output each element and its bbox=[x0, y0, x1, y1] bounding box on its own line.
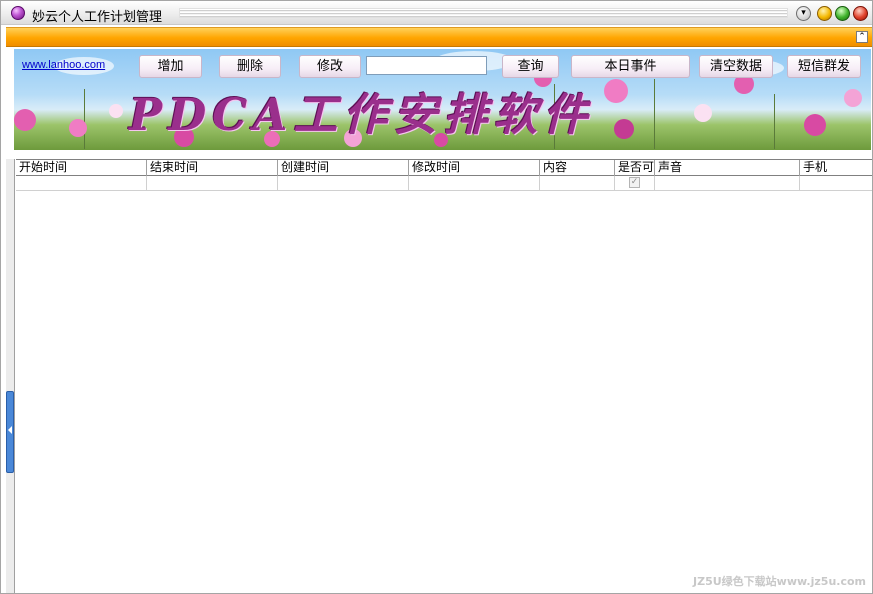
flower-shape bbox=[14, 109, 36, 131]
app-window: 妙云个人工作计划管理 ▾ ⌃ PDCA工作安排软件 www.lanhoo.com bbox=[0, 0, 873, 594]
column-header-phone[interactable]: 手机 bbox=[800, 160, 872, 176]
clear-data-button[interactable]: 清空数据 bbox=[699, 55, 773, 78]
cell-content[interactable] bbox=[540, 176, 615, 190]
flower-shape bbox=[604, 79, 628, 103]
flower-shape bbox=[69, 119, 87, 137]
search-input[interactable] bbox=[366, 56, 487, 75]
banner-title: PDCA工作安排软件 bbox=[129, 90, 594, 141]
flower-shape bbox=[614, 119, 634, 139]
app-icon bbox=[11, 6, 25, 20]
column-header-end-time[interactable]: 结束时间 bbox=[147, 160, 278, 176]
column-header-start-time[interactable]: 开始时间 bbox=[16, 160, 147, 176]
query-button[interactable]: 查询 bbox=[502, 55, 559, 78]
close-button[interactable] bbox=[853, 6, 868, 21]
watermark: JZ5U绿色下载站www.jz5u.com bbox=[693, 575, 866, 588]
flower-shape bbox=[694, 104, 712, 122]
column-header-content[interactable]: 内容 bbox=[540, 160, 615, 176]
column-header-sound[interactable]: 声音 bbox=[655, 160, 800, 176]
column-header-created-time[interactable]: 创建时间 bbox=[278, 160, 409, 176]
delete-button[interactable]: 删除 bbox=[219, 55, 281, 78]
flower-shape bbox=[109, 104, 123, 118]
flower-stem bbox=[84, 89, 85, 149]
left-panel-strip bbox=[6, 159, 15, 593]
minimize-button[interactable] bbox=[817, 6, 832, 21]
edit-button[interactable]: 修改 bbox=[299, 55, 361, 78]
title-bar[interactable]: 妙云个人工作计划管理 ▾ bbox=[1, 1, 872, 25]
collapse-up-icon[interactable]: ⌃ bbox=[856, 31, 868, 43]
maximize-button[interactable] bbox=[835, 6, 850, 21]
flower-stem bbox=[654, 79, 655, 149]
table-header: 开始时间 结束时间 创建时间 修改时间 内容 是否可 声音 手机 bbox=[16, 159, 872, 176]
column-header-enabled[interactable]: 是否可 bbox=[615, 160, 655, 176]
cell-end-time[interactable] bbox=[147, 176, 278, 190]
flower-shape bbox=[844, 89, 862, 107]
expand-left-icon bbox=[8, 426, 12, 434]
cell-modified-time[interactable] bbox=[409, 176, 540, 190]
cell-created-time[interactable] bbox=[278, 176, 409, 190]
cell-phone[interactable] bbox=[800, 176, 872, 190]
website-link[interactable]: www.lanhoo.com bbox=[22, 59, 105, 71]
today-events-button[interactable]: 本日事件 bbox=[571, 55, 690, 78]
title-bar-groove bbox=[179, 8, 788, 18]
add-button[interactable]: 增加 bbox=[139, 55, 202, 78]
column-header-modified-time[interactable]: 修改时间 bbox=[409, 160, 540, 176]
cell-sound[interactable] bbox=[655, 176, 800, 190]
orange-toolbar-band: ⌃ bbox=[6, 27, 872, 47]
flower-stem bbox=[774, 94, 775, 149]
sms-broadcast-button[interactable]: 短信群发 bbox=[787, 55, 861, 78]
schedule-table[interactable]: 开始时间 结束时间 创建时间 修改时间 内容 是否可 声音 手机 ✓ bbox=[16, 159, 872, 593]
window-title: 妙云个人工作计划管理 bbox=[32, 10, 163, 25]
window-menu-button[interactable]: ▾ bbox=[796, 6, 811, 21]
enabled-checkbox[interactable]: ✓ bbox=[629, 177, 640, 188]
table-row[interactable]: ✓ bbox=[16, 176, 872, 191]
flower-shape bbox=[804, 114, 826, 136]
cell-start-time[interactable] bbox=[16, 176, 147, 190]
